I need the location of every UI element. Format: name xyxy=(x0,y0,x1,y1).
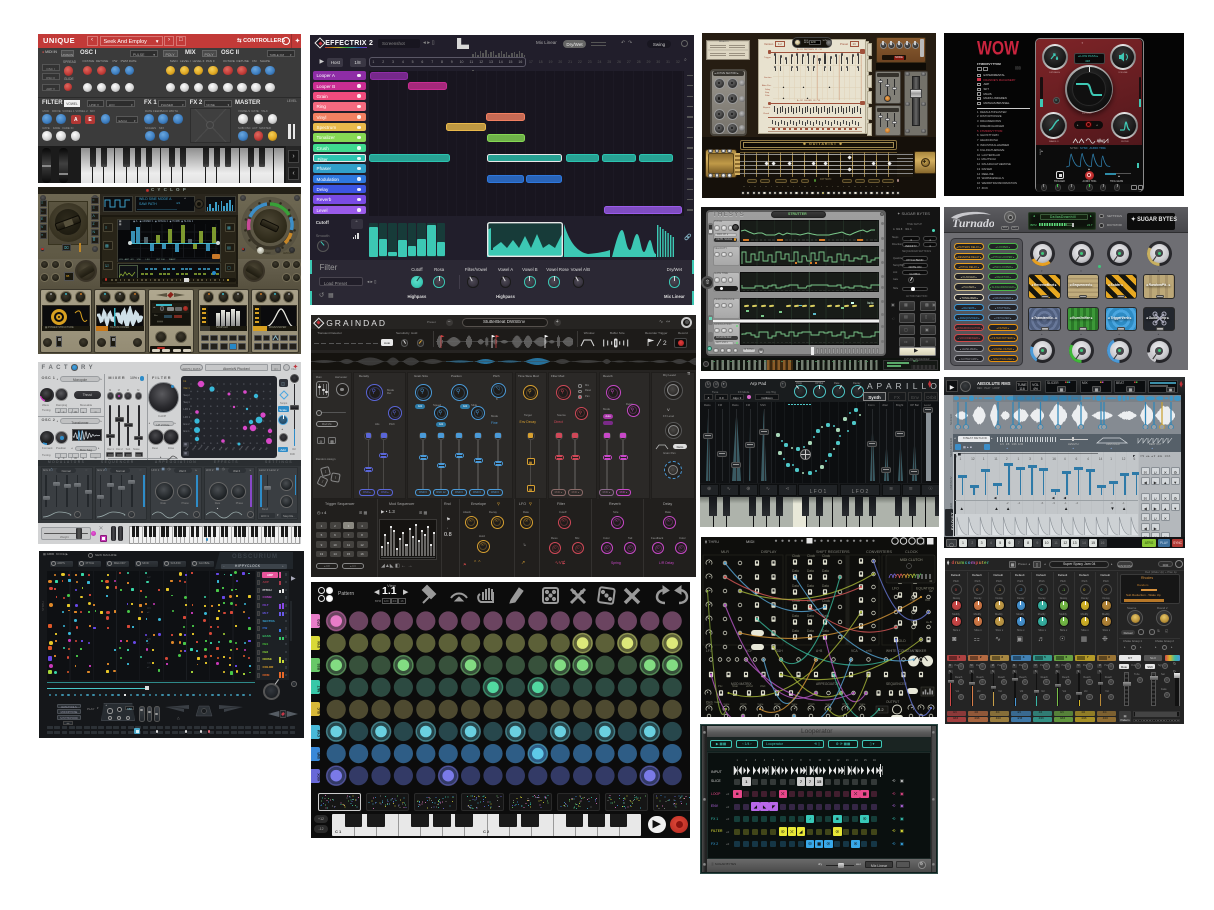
svg-text:Data: Data xyxy=(792,569,799,573)
svg-text:Data: Data xyxy=(822,629,829,633)
svg-text:eMod: eMod xyxy=(746,684,753,688)
svg-text:Pitch: Pitch xyxy=(707,702,714,706)
svg-text:Clock: Clock xyxy=(822,554,831,558)
svg-text:DISPLAY: DISPLAY xyxy=(761,550,777,554)
svg-text:Data: Data xyxy=(792,629,799,633)
svg-text:Gate: Gate xyxy=(758,702,764,706)
svg-text:WHITE: WHITE xyxy=(886,649,897,653)
svg-text:VCA: VCA xyxy=(851,649,859,653)
svg-text:Gate: Gate xyxy=(724,702,730,706)
svg-text:Data: Data xyxy=(792,584,799,588)
svg-text:A2: A2 xyxy=(929,589,933,593)
svg-text:2: 2 xyxy=(663,340,667,347)
svg-text:Out: Out xyxy=(925,598,930,602)
svg-text:Pitch: Pitch xyxy=(741,702,748,706)
svg-text:Data: Data xyxy=(792,614,799,618)
svg-text:CLOCK: CLOCK xyxy=(905,550,918,554)
svg-text:CONVERTERS: CONVERTERS xyxy=(866,550,892,554)
svg-text:⧫ THRU: ⧫ THRU xyxy=(705,539,719,544)
svg-text:Data: Data xyxy=(822,584,829,588)
svg-text:Pitch: Pitch xyxy=(775,702,782,706)
svg-text:Clock: Clock xyxy=(792,554,801,558)
svg-text:MLR: MLR xyxy=(721,550,729,554)
svg-text:MIDI CLUTCH: MIDI CLUTCH xyxy=(900,558,923,562)
svg-text:Wait: Wait xyxy=(760,684,766,688)
svg-text:Data: Data xyxy=(807,614,814,618)
svg-text:LFO: LFO xyxy=(892,587,899,591)
svg-text:MIDI: MIDI xyxy=(746,539,754,544)
svg-text:S&H: S&H xyxy=(776,649,783,653)
svg-text:MIXER: MIXER xyxy=(916,649,927,653)
svg-text:42: 42 xyxy=(929,579,933,583)
svg-text:OUTPUT: OUTPUT xyxy=(886,700,899,704)
svg-text:Data: Data xyxy=(807,569,814,573)
svg-text:Data: Data xyxy=(807,629,814,633)
svg-text:Clock: Clock xyxy=(822,599,831,603)
svg-text:Data: Data xyxy=(807,584,814,588)
svg-text:Pitc: Pitc xyxy=(718,684,723,688)
svg-text:Turnado: Turnado xyxy=(952,216,994,230)
svg-text:A+B: A+B xyxy=(816,649,822,653)
svg-text:Clock: Clock xyxy=(807,554,816,558)
svg-text:SEQUENCER: SEQUENCER xyxy=(886,682,907,686)
svg-text:SHIFT REGISTERS: SHIFT REGISTERS xyxy=(816,550,850,554)
svg-text:A+B: A+B xyxy=(926,620,932,624)
svg-text:Gate: Gate xyxy=(792,702,798,706)
svg-text:hGat: hGat xyxy=(732,684,738,688)
svg-text:Gate: Gate xyxy=(860,702,866,706)
svg-text:Pitch: Pitch xyxy=(809,702,816,706)
svg-text:Data: Data xyxy=(822,569,829,573)
